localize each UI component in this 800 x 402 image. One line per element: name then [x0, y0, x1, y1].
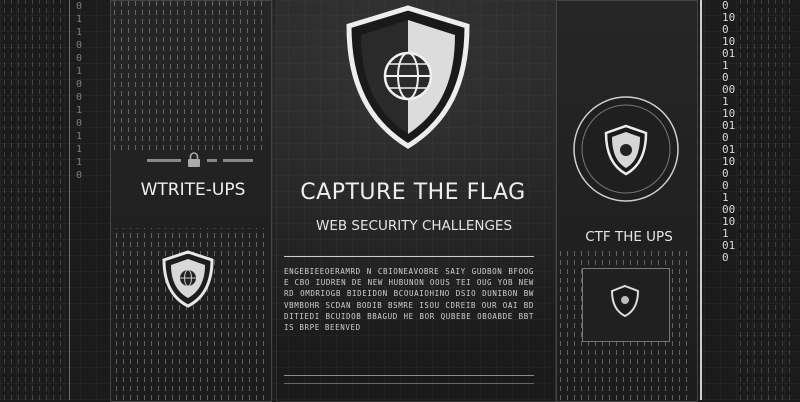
hero-shield-icon	[346, 5, 470, 149]
title-divider	[284, 256, 534, 257]
side-digits-right: 0 100 10 01 1 0 00 1 10 010 01 100 0 1 0…	[722, 0, 736, 264]
shield-globe-icon	[162, 250, 214, 308]
right-divider	[700, 0, 702, 400]
footer-divider	[284, 375, 534, 376]
right-shield-card	[573, 96, 679, 202]
code-rain-left-top	[114, 0, 264, 150]
side-digits-left: 01 10 0100 1 01 110	[76, 1, 83, 181]
code-rain-far-left	[4, 0, 64, 400]
lock-icon	[188, 152, 200, 167]
right-panel-heading: CTF THE UPS	[585, 229, 673, 245]
divider-line	[69, 0, 70, 400]
code-rain-far-right	[740, 0, 796, 400]
footer-divider-2	[284, 383, 534, 384]
shield-lock-icon	[610, 284, 640, 318]
lock-bar	[145, 152, 255, 167]
page-subtitle: WEB SECURITY CHALLENGES	[315, 218, 513, 234]
left-panel-heading: WTRITE-UPS	[140, 180, 246, 200]
body-text: ENGEBIEEOERAMRD N CBIONEAVOBRE SAIY GUDB…	[284, 267, 534, 333]
page-title: CAPTURE THE FLAG	[300, 180, 526, 205]
